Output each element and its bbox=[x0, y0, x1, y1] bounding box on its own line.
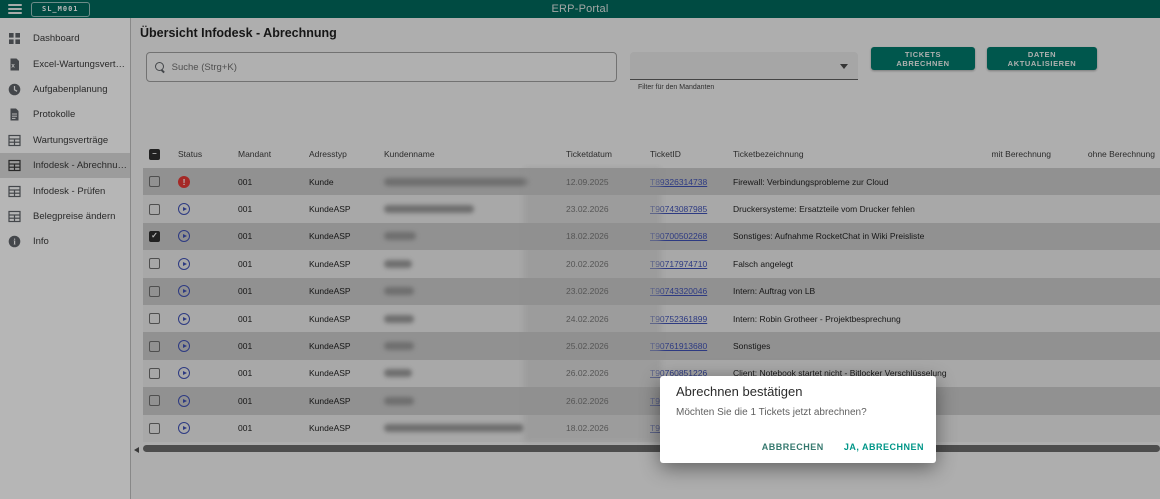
cancel-button[interactable]: ABBRECHEN bbox=[760, 440, 826, 454]
dialog-actions: ABBRECHEN JA, ABRECHNEN bbox=[760, 440, 926, 454]
dialog-message: Möchten Sie die 1 Tickets jetzt abrechne… bbox=[676, 407, 867, 418]
confirm-button[interactable]: JA, ABRECHNEN bbox=[842, 440, 926, 454]
app-window: SL_M001 ERP-Portal Dashboard x Excel-War… bbox=[0, 0, 1160, 499]
modal-backdrop[interactable] bbox=[0, 0, 1160, 499]
confirm-dialog: Abrechnen bestätigen Möchten Sie die 1 T… bbox=[660, 376, 936, 463]
dialog-title: Abrechnen bestätigen bbox=[676, 384, 802, 399]
